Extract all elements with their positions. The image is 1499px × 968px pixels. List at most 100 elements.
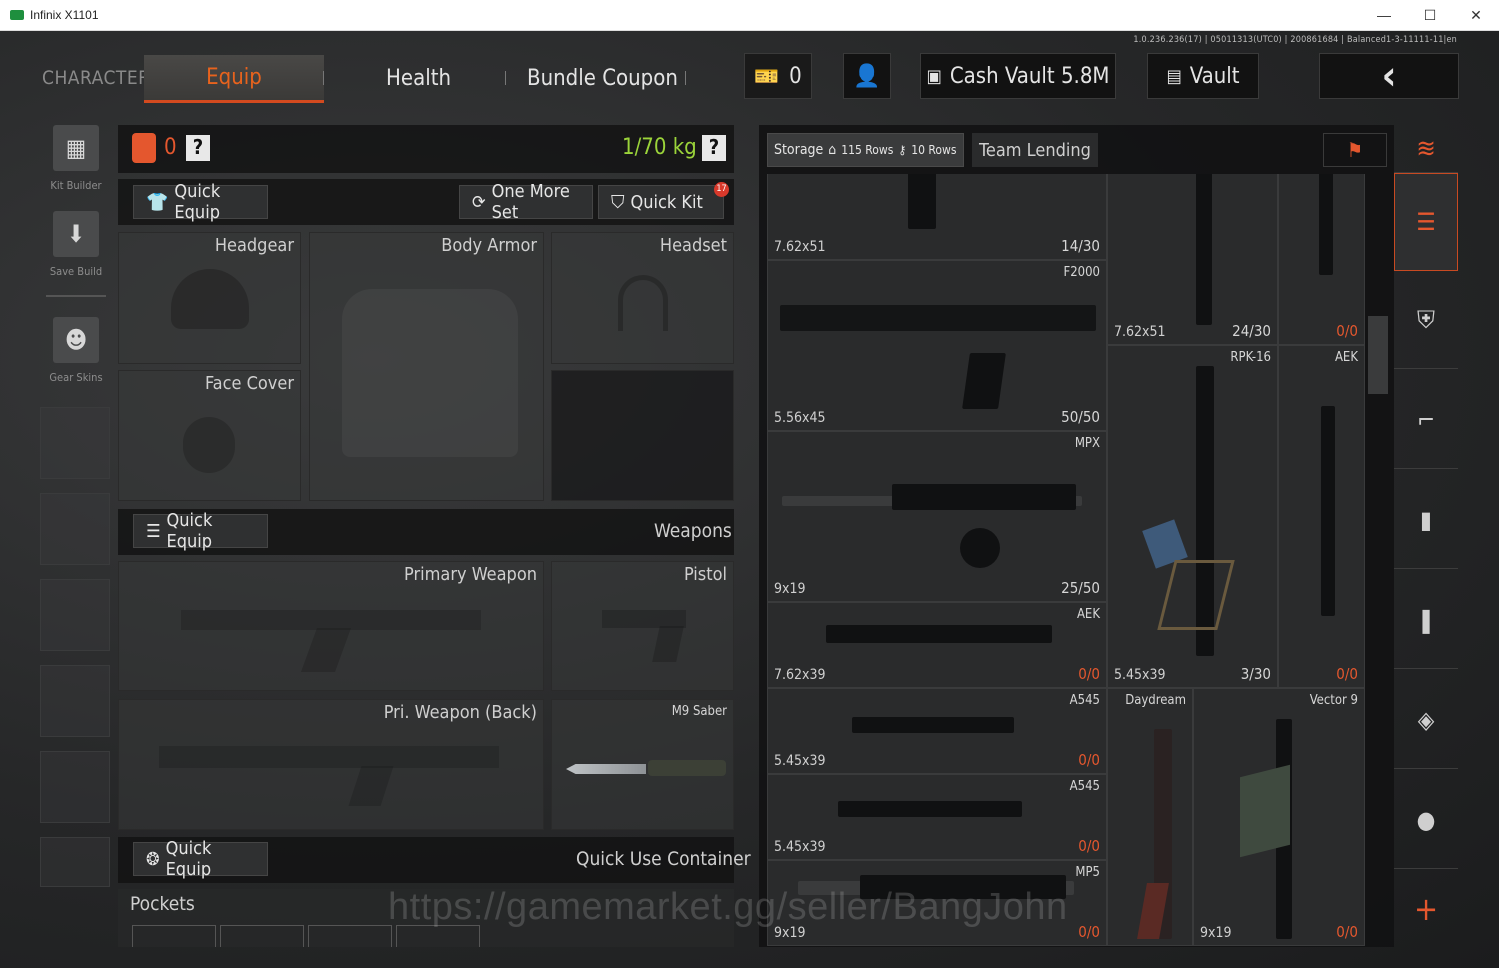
category-magazines-tab[interactable]: ▮ — [1394, 471, 1458, 569]
add-category-button[interactable]: + — [1394, 871, 1458, 947]
face-cover-slot[interactable]: Face Cover — [118, 370, 301, 501]
build-slot[interactable] — [40, 493, 110, 565]
category-ammo-tab[interactable]: ❚ — [1394, 571, 1458, 669]
minimize-button[interactable]: — — [1361, 0, 1407, 30]
mask-ghost-icon — [183, 417, 235, 473]
back-button[interactable]: ‹ — [1319, 53, 1459, 99]
shield-icon: ⛉ — [611, 191, 625, 213]
body-armor-slot[interactable]: Body Armor — [309, 232, 544, 501]
pocket-slot[interactable] — [308, 925, 392, 947]
headset-ghost-icon — [618, 275, 668, 331]
storage-item[interactable]: F2000 5.56x45 50/50 — [767, 260, 1107, 431]
headset-label: Headset — [659, 235, 727, 256]
quick-kit-button[interactable]: ⛉ Quick Kit — [598, 185, 724, 219]
operator-icon: 👤 — [853, 63, 881, 89]
download-icon: ⬇ — [53, 211, 99, 257]
quick-kit-badge: 17 — [714, 182, 729, 197]
home-icon: ⌂ — [828, 142, 837, 158]
build-slot[interactable] — [40, 665, 110, 737]
melee-label: M9 Saber — [671, 704, 727, 719]
primary-weapon-back-label: Pri. Weapon (Back) — [383, 702, 537, 723]
kit-builder-button[interactable]: ▦ Kit Builder — [40, 125, 112, 203]
pistol-slot[interactable]: Pistol — [551, 561, 734, 691]
item-caliber: 7.62x51 — [774, 239, 826, 255]
a545-image — [852, 717, 1014, 733]
rifle-vertical-image — [1196, 174, 1212, 325]
grenade-icon: ● — [1416, 805, 1436, 834]
pocket-slot[interactable] — [220, 925, 304, 947]
tab-bundle-coupon[interactable]: Bundle Coupon — [527, 66, 678, 91]
gear-skins-label: Gear Skins — [49, 371, 103, 384]
storage-item[interactable]: A545 5.45x39 0/0 — [767, 774, 1107, 860]
weight-help-icon[interactable]: ? — [702, 135, 726, 161]
storage-tab[interactable]: Storage ⌂ 115 Rows ⚷ 10 Rows — [767, 133, 964, 167]
storage-item[interactable]: 7.62x51 24/30 — [1107, 174, 1278, 345]
storage-scrollbar[interactable] — [1368, 316, 1388, 394]
primary-weapon-back-slot[interactable]: Pri. Weapon (Back) — [118, 699, 544, 830]
storage-item[interactable]: AEK 0/0 — [1278, 345, 1365, 688]
one-more-set-button[interactable]: ⟳ One More Set — [459, 181, 593, 223]
character-label: CHARACTER — [42, 67, 151, 89]
refresh-icon: ⟳ — [472, 191, 486, 213]
build-slot[interactable] — [40, 579, 110, 651]
stack-icon: ☰ — [1416, 208, 1436, 236]
gear-skins-button[interactable]: ☻ Gear Skins — [40, 317, 112, 395]
item-ammo: 0/0 — [1336, 665, 1358, 683]
help-icon[interactable]: ? — [186, 135, 210, 161]
item-ammo: 0/0 — [1078, 837, 1100, 855]
empty-slot — [551, 370, 734, 501]
storage-item[interactable]: MPX 9x19 25/50 — [767, 431, 1107, 602]
save-build-label: Save Build — [49, 265, 103, 278]
vault-label: Vault — [1189, 63, 1240, 89]
headset-slot[interactable]: Headset — [551, 232, 734, 364]
category-throwables-tab[interactable]: ● — [1394, 771, 1458, 869]
category-attachments-tab[interactable]: ◈ — [1394, 671, 1458, 769]
operator-button[interactable]: 👤 — [843, 53, 891, 99]
storage-item[interactable]: Vector 9 9x19 0/0 — [1193, 688, 1365, 946]
maximize-button[interactable]: ☐ — [1407, 0, 1453, 30]
vault-icon: ▤ — [1166, 65, 1182, 87]
storage-item[interactable]: AEK 7.62x39 0/0 — [767, 602, 1107, 688]
storage-item[interactable]: 7.62x51 14/30 — [767, 174, 1107, 260]
melee-slot[interactable]: M9 Saber — [551, 699, 734, 830]
window-title: Infinix X1101 — [30, 8, 99, 22]
category-all-tab[interactable]: ≋ — [1394, 125, 1458, 173]
armor-icon: ⛨ — [1417, 305, 1435, 334]
tab-equip[interactable]: Equip — [144, 55, 324, 103]
pocket-slot[interactable] — [132, 925, 216, 947]
storage-item[interactable]: A545 5.45x39 0/0 — [767, 688, 1107, 774]
build-slot[interactable] — [40, 837, 110, 887]
top-nav: CHARACTER Equip Health Bundle Coupon 🎫 0… — [0, 53, 1499, 105]
sort-button[interactable]: ⚑ — [1323, 133, 1387, 167]
item-ammo: 0/0 — [1078, 665, 1100, 683]
cash-vault-button[interactable]: ▣ Cash Vault 5.8M — [920, 53, 1116, 99]
build-slot[interactable] — [40, 751, 110, 823]
weapons-quick-equip-button[interactable]: ☰ Quick Equip — [133, 510, 268, 552]
quick-equip-button[interactable]: 👕 Quick Equip — [133, 181, 268, 223]
f2000-image — [780, 305, 1096, 331]
coupon-counter[interactable]: 🎫 0 — [744, 53, 812, 99]
close-button[interactable]: ✕ — [1453, 0, 1499, 30]
storage-item[interactable]: Daydream — [1107, 688, 1193, 946]
team-lending-tab[interactable]: Team Lending — [972, 133, 1098, 167]
headgear-slot[interactable]: Headgear — [118, 232, 301, 364]
primary-weapon-slot[interactable]: Primary Weapon — [118, 561, 544, 691]
category-weapons-tab[interactable]: ⌐ — [1394, 371, 1458, 469]
primary-weapon-label: Primary Weapon — [404, 564, 537, 585]
vault-button[interactable]: ▤ Vault — [1147, 53, 1259, 99]
category-armor-tab[interactable]: ⛨ — [1394, 271, 1458, 369]
build-slot[interactable] — [40, 407, 110, 479]
weapons-quick-equip-label: Quick Equip — [166, 510, 213, 552]
layers-icon: ≋ — [1416, 133, 1436, 164]
item-ammo: 14/30 — [1061, 237, 1100, 255]
quick-use-quick-equip-button[interactable]: ❂ Quick Equip — [133, 838, 268, 880]
knife-icon — [566, 764, 646, 774]
category-gear-tab[interactable]: ☰ — [1394, 173, 1458, 271]
shirt-icon: 👕 — [146, 191, 169, 213]
list-icon: ☰ — [146, 520, 161, 542]
tab-health[interactable]: Health — [386, 66, 451, 91]
storage-item[interactable]: 0/0 — [1278, 174, 1365, 345]
storage-item[interactable]: RPK-16 5.45x39 3/30 — [1107, 345, 1278, 688]
save-build-button[interactable]: ⬇ Save Build — [40, 211, 112, 289]
storage-rows: 115 Rows — [841, 143, 894, 157]
